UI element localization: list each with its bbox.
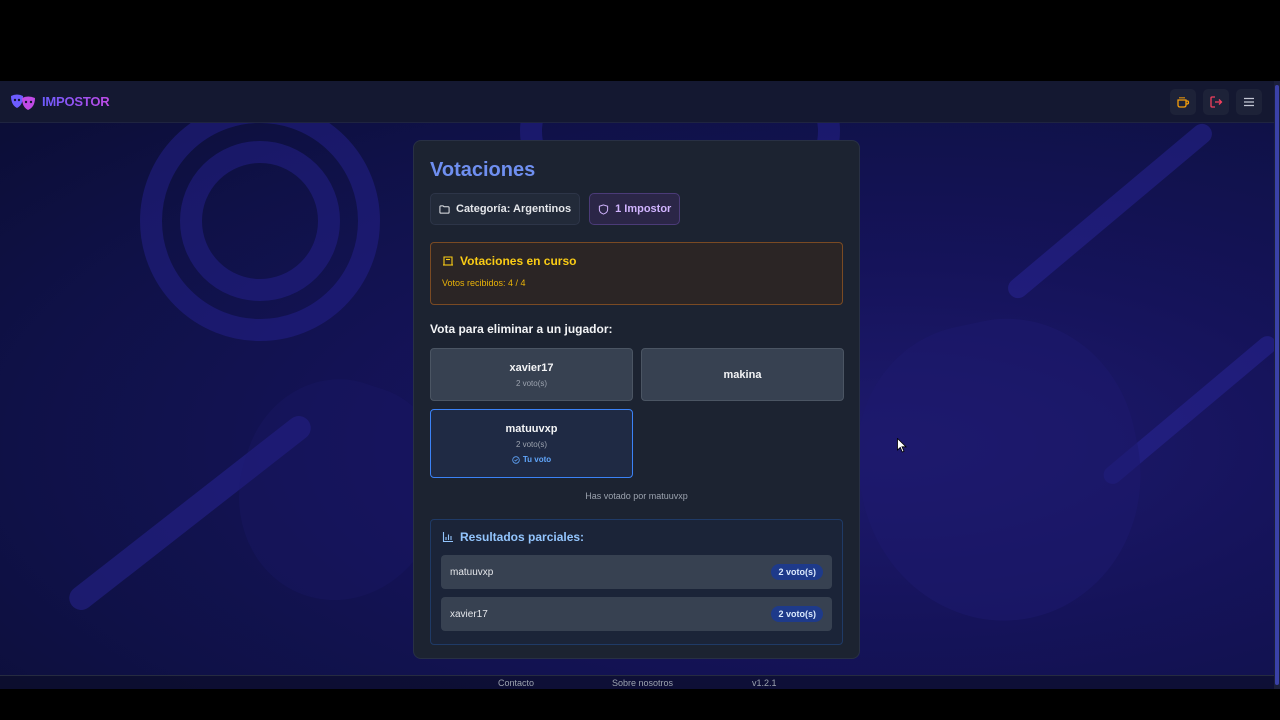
player-card-matuuvxp[interactable]: matuuvxp 2 voto(s) Tu voto xyxy=(430,409,633,478)
result-votes-badge: 2 voto(s) xyxy=(771,564,823,580)
footer-version: v1.2.1 xyxy=(752,678,777,688)
partial-results-title: Resultados parciales: xyxy=(460,530,585,544)
your-vote-label: Tu voto xyxy=(522,455,552,464)
mouse-cursor-icon xyxy=(897,438,907,453)
page-scrollbar[interactable] xyxy=(1274,81,1280,689)
brand-name: IMPOSTOR xyxy=(42,94,110,109)
voted-note: Has votado por matuuvxp xyxy=(585,491,688,501)
player-name: matuuvxp xyxy=(505,423,558,435)
footer-link-contact[interactable]: Contacto xyxy=(498,678,534,688)
coffee-icon xyxy=(1177,96,1190,108)
partial-results: Resultados parciales: matuuvxp 2 voto(s)… xyxy=(430,519,843,645)
player-votes: 2 voto(s) xyxy=(515,378,548,388)
top-navbar: IMPOSTOR xyxy=(0,81,1280,123)
voting-status-title: Votaciones en curso xyxy=(460,254,577,268)
player-votes: 2 voto(s) xyxy=(515,440,548,449)
impostor-count-label: 1 Impostor xyxy=(615,203,672,215)
brand[interactable]: IMPOSTOR xyxy=(10,93,110,111)
voting-status-header: Votaciones en curso xyxy=(442,254,831,268)
result-player-name: xavier17 xyxy=(450,608,488,620)
vote-prompt: Vota para eliminar a un jugador: xyxy=(430,322,613,336)
shield-icon xyxy=(598,203,609,215)
bar-chart-icon xyxy=(442,532,453,543)
player-name: makina xyxy=(723,368,762,381)
category-chip: Categoría: Argentinos xyxy=(430,193,581,225)
votes-received: Votos recibidos: 4 / 4 xyxy=(442,278,526,288)
player-card-xavier17[interactable]: xavier17 2 voto(s) xyxy=(430,348,633,401)
menu-button[interactable] xyxy=(1236,88,1262,115)
player-vote-grid: xavier17 2 voto(s) makina matuuvxp 2 vot… xyxy=(430,348,844,478)
letterbox-top xyxy=(0,0,1280,81)
player-name: xavier17 xyxy=(509,361,554,374)
ballot-box-icon xyxy=(443,256,453,266)
app-window: IMPOSTOR Votaciones Categoría: Argentino… xyxy=(0,81,1280,689)
navbar-actions xyxy=(1170,88,1262,115)
theater-masks-icon xyxy=(11,94,35,110)
impostor-count-chip: 1 Impostor xyxy=(589,193,681,225)
player-card-makina[interactable]: makina xyxy=(641,348,844,401)
result-player-name: matuuvxp xyxy=(450,566,494,578)
category-label: Categoría: Argentinos xyxy=(456,203,572,215)
logout-button[interactable] xyxy=(1203,88,1229,115)
footer: Contacto Sobre nosotros v1.2.1 xyxy=(0,675,1280,689)
menu-icon xyxy=(1244,97,1254,106)
result-row: matuuvxp 2 voto(s) xyxy=(441,555,832,589)
check-circle-icon xyxy=(512,455,520,464)
letterbox-bottom xyxy=(0,689,1280,720)
page-title: Votaciones xyxy=(430,159,536,181)
result-row: xavier17 2 voto(s) xyxy=(441,597,832,631)
partial-results-header: Resultados parciales: xyxy=(442,530,832,544)
your-vote-indicator: Tu voto xyxy=(512,455,551,464)
coffee-button[interactable] xyxy=(1170,88,1196,115)
game-info-chips: Categoría: Argentinos 1 Impostor xyxy=(430,193,843,225)
logout-icon xyxy=(1210,95,1223,108)
voting-status-box: Votaciones en curso Votos recibidos: 4 /… xyxy=(430,242,843,305)
folder-icon xyxy=(439,204,450,214)
scrollbar-thumb[interactable] xyxy=(1275,85,1279,685)
result-votes-badge: 2 voto(s) xyxy=(771,606,823,622)
voting-card: Votaciones Categoría: Argentinos 1 Impos… xyxy=(413,140,860,659)
footer-link-about[interactable]: Sobre nosotros xyxy=(612,678,673,688)
